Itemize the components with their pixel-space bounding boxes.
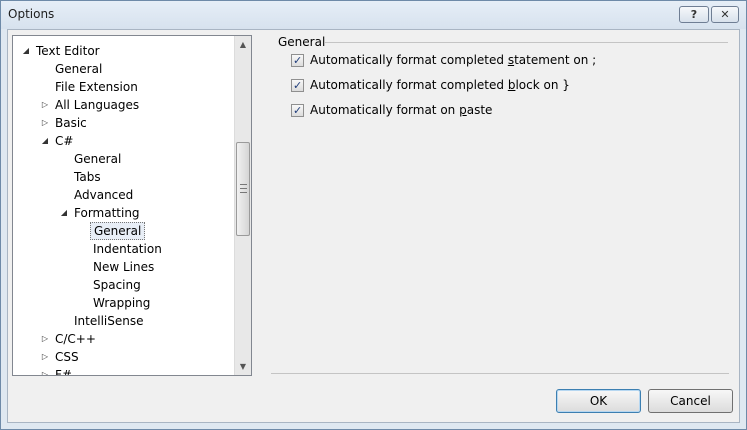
tree-item[interactable]: Wrapping [13, 294, 233, 312]
tree-item[interactable]: Spacing [13, 276, 233, 294]
checkbox-checked-icon[interactable] [291, 78, 304, 94]
dialog-client-area: ◢ Text Editor General File Extension ▷ All La… [7, 29, 740, 423]
tree-item[interactable]: Advanced [13, 186, 233, 204]
tree-item-label: All Languages [55, 98, 140, 112]
tree-item-label: Advanced [74, 188, 134, 202]
tree-item[interactable]: ◢ C# [13, 132, 233, 150]
grip-icon [240, 184, 247, 193]
tree-item-label: New Lines [93, 260, 155, 274]
footer-divider [271, 373, 729, 374]
group-divider [325, 42, 728, 43]
tree-item-label: Indentation [93, 242, 162, 256]
expanded-arrow-icon[interactable]: ◢ [21, 42, 31, 60]
tree-item-label: Formatting [74, 206, 140, 220]
tree-item[interactable]: General [13, 60, 233, 78]
option-label: Automatically format completed statement… [310, 53, 597, 67]
collapsed-arrow-icon[interactable]: ▷ [40, 348, 50, 366]
tree-item[interactable]: ▷ Basic [13, 114, 233, 132]
checkbox-checked-icon[interactable] [291, 103, 304, 119]
options-tree[interactable]: ◢ Text Editor General File Extension ▷ All La… [12, 35, 252, 376]
tree-item-label: File Extension [55, 80, 138, 94]
tree-item-label: CSS [55, 350, 79, 364]
cancel-button[interactable]: Cancel [648, 389, 733, 413]
tree-item-label: F# [55, 368, 72, 376]
tree-item[interactable]: ▷ All Languages [13, 96, 233, 114]
tree-item[interactable]: New Lines [13, 258, 233, 276]
tree-item[interactable]: ◢ Formatting [13, 204, 233, 222]
collapsed-arrow-icon[interactable]: ▷ [40, 330, 50, 348]
format-option[interactable]: Automatically format on paste [291, 102, 493, 119]
tree-item-label: Tabs [74, 170, 101, 184]
tree-item[interactable]: File Extension [13, 78, 233, 96]
help-button[interactable]: ? [679, 6, 709, 23]
window-title: Options [8, 7, 55, 21]
tree-item-label: General [55, 62, 103, 76]
expanded-arrow-icon[interactable]: ◢ [40, 132, 50, 150]
tree-item-label: Wrapping [93, 296, 151, 310]
group-title: General [278, 35, 326, 49]
scroll-down-icon[interactable]: ▼ [235, 358, 251, 375]
tree-item-label: General [90, 222, 146, 240]
scroll-thumb[interactable] [236, 142, 250, 236]
tree-item[interactable]: IntelliSense [13, 312, 233, 330]
scroll-up-icon[interactable]: ▲ [235, 36, 251, 53]
tree-item[interactable]: Indentation [13, 240, 233, 258]
tree-item-label: C# [55, 134, 74, 148]
format-option[interactable]: Automatically format completed statement… [291, 52, 597, 69]
title-bar[interactable]: Options ? ✕ [1, 1, 746, 29]
tree-item-label: Basic [55, 116, 87, 130]
tree-item-label: Text Editor [36, 44, 100, 58]
tree-item[interactable]: General [13, 150, 233, 168]
collapsed-arrow-icon[interactable]: ▷ [40, 114, 50, 132]
tree-scrollbar[interactable]: ▲ ▼ [234, 36, 251, 375]
tree-item[interactable]: General [13, 222, 233, 240]
tree-item[interactable]: Tabs [13, 168, 233, 186]
tree-item-label: IntelliSense [74, 314, 144, 328]
options-dialog: Options ? ✕ ◢ Text Editor General File Exte… [0, 0, 747, 430]
tree-item[interactable]: ◢ Text Editor [13, 42, 233, 60]
ok-button[interactable]: OK [556, 389, 641, 413]
tree-item[interactable]: ▷ F# [13, 366, 233, 376]
checkbox-checked-icon[interactable] [291, 53, 304, 69]
tree-item-label: General [74, 152, 122, 166]
collapsed-arrow-icon[interactable]: ▷ [40, 96, 50, 114]
tree-item[interactable]: ▷ CSS [13, 348, 233, 366]
option-label: Automatically format completed block on … [310, 78, 570, 92]
option-label: Automatically format on paste [310, 103, 493, 117]
format-option[interactable]: Automatically format completed block on … [291, 77, 570, 94]
close-button[interactable]: ✕ [711, 6, 739, 23]
tree-item-label: C/C++ [55, 332, 96, 346]
collapsed-arrow-icon[interactable]: ▷ [40, 366, 50, 375]
tree-item[interactable]: ▷ C/C++ [13, 330, 233, 348]
tree-item-label: Spacing [93, 278, 141, 292]
expanded-arrow-icon[interactable]: ◢ [59, 204, 69, 222]
